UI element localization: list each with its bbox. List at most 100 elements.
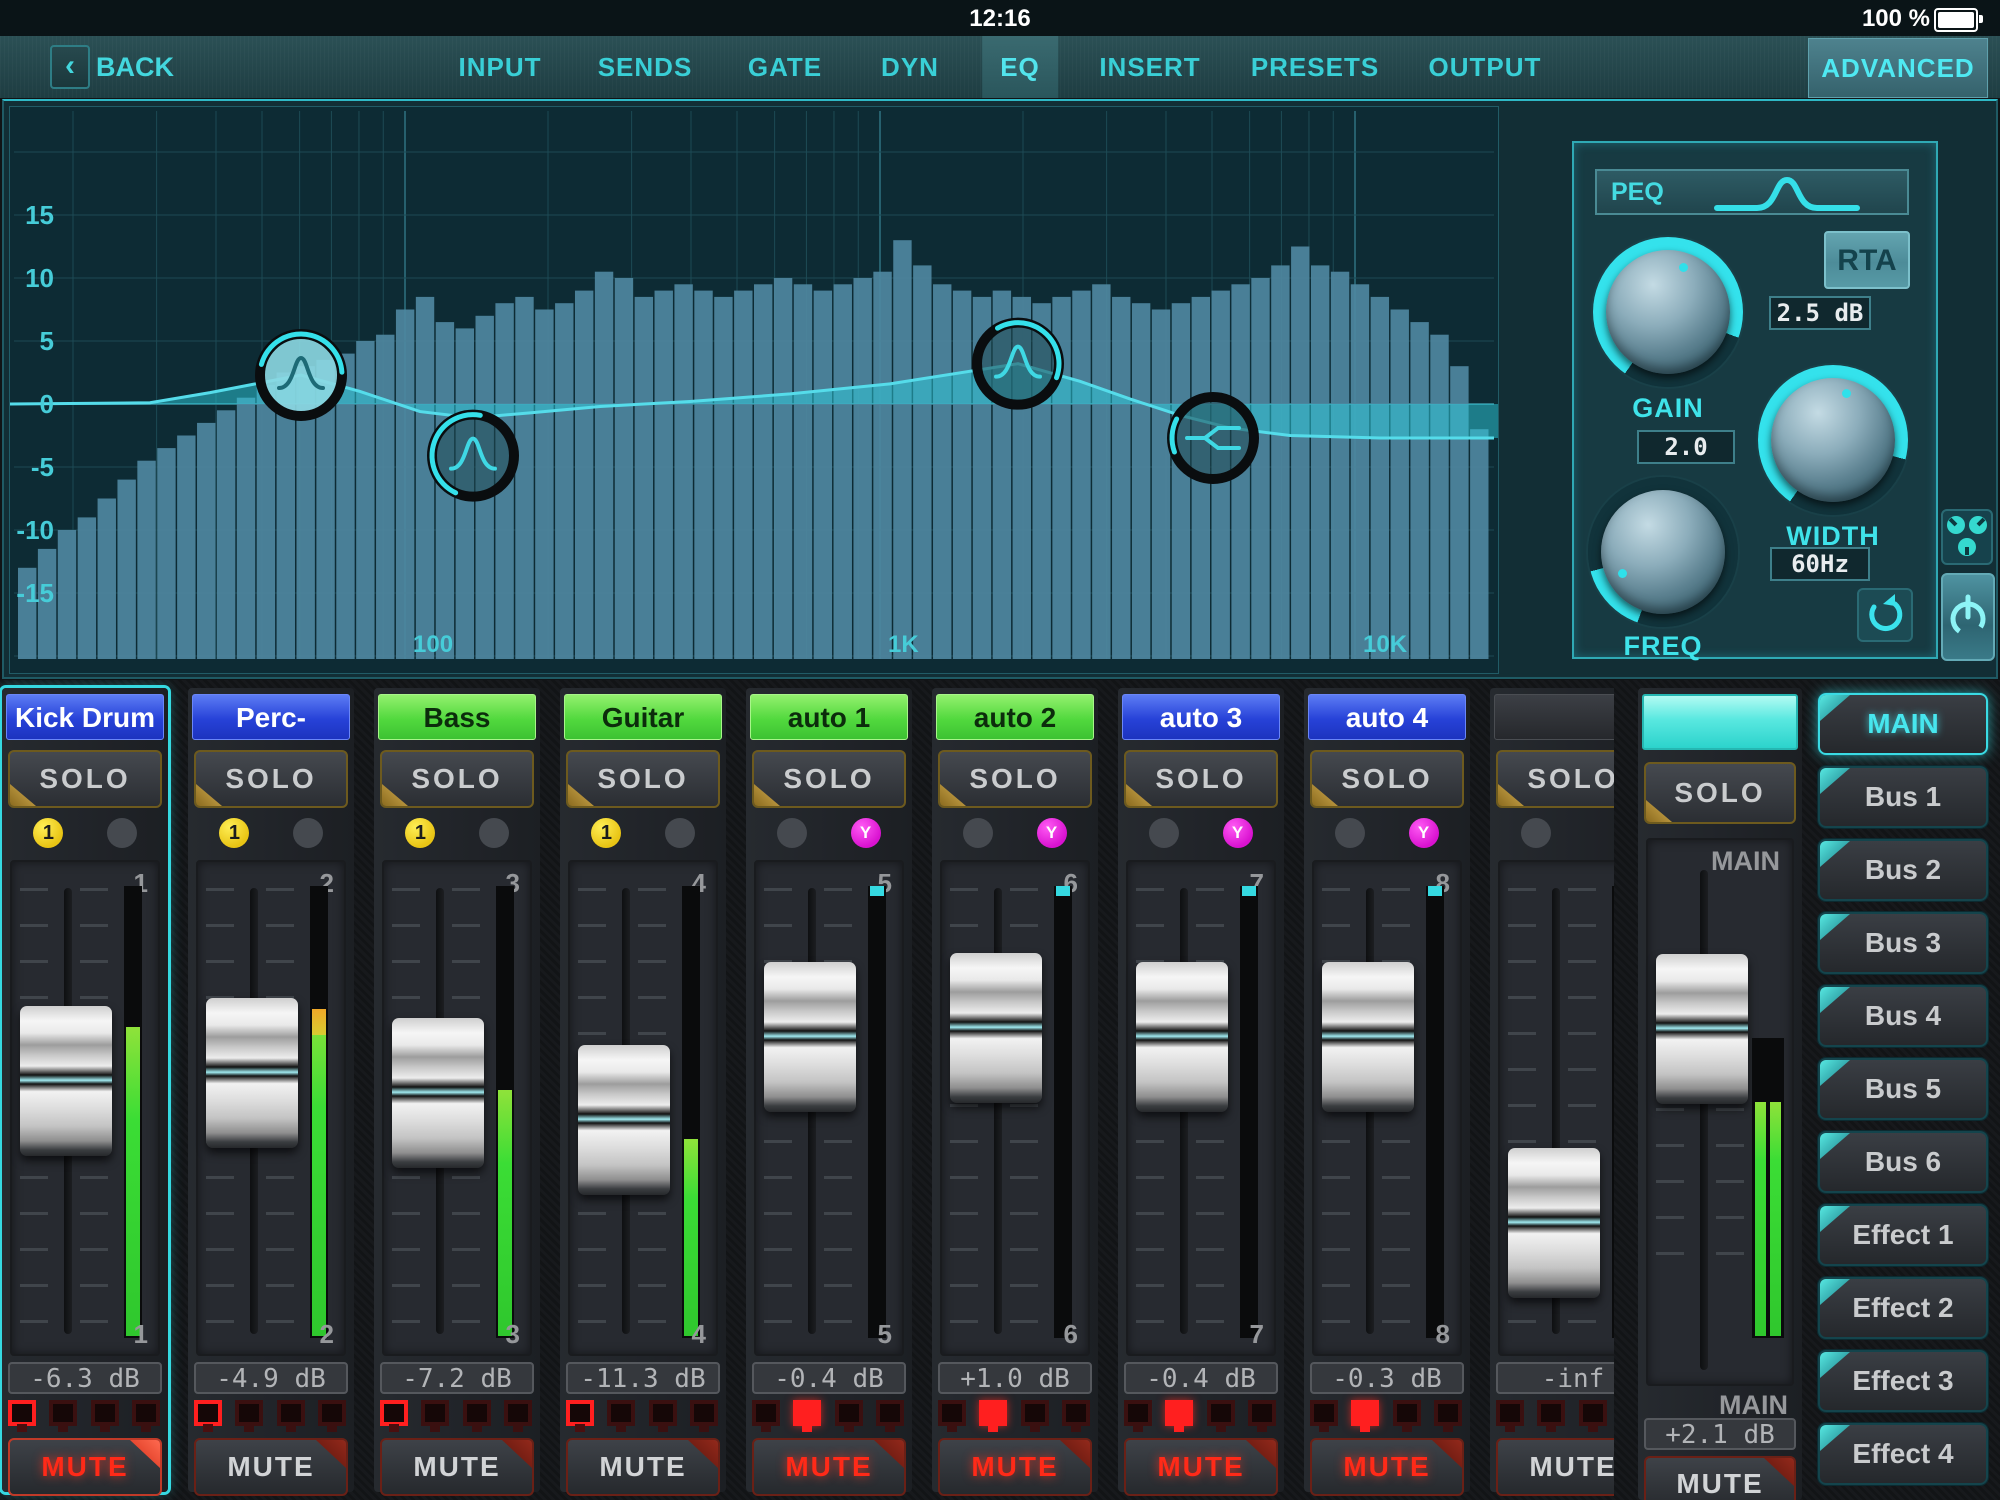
channel-name[interactable]: auto 2	[936, 694, 1094, 740]
routing-button[interactable]	[1941, 509, 1993, 565]
solo-button[interactable]: SOLO	[194, 750, 348, 808]
sidebar-bus-1[interactable]: Bus 1	[1818, 766, 1988, 828]
send-indicator-1[interactable]	[7, 1400, 36, 1426]
advanced-button[interactable]: ADVANCED	[1808, 38, 1988, 98]
tab-insert[interactable]: INSERT	[1081, 36, 1218, 98]
send-indicator-3[interactable]	[90, 1400, 119, 1426]
solo-button[interactable]: SOLO	[566, 750, 720, 808]
send-indicator-4[interactable]	[690, 1400, 719, 1426]
fader-handle[interactable]	[950, 953, 1042, 1104]
send-indicator-2[interactable]	[49, 1400, 78, 1426]
send-indicator-1[interactable]	[1123, 1400, 1152, 1426]
tab-output[interactable]: OUTPUT	[1411, 36, 1560, 98]
send-indicator-2[interactable]	[607, 1400, 636, 1426]
fader-value[interactable]: -11.3 dB	[566, 1362, 720, 1394]
mute-button[interactable]: MUTE	[1124, 1438, 1278, 1496]
send-indicator-3[interactable]	[1578, 1400, 1607, 1426]
channel-name[interactable]	[1494, 694, 1614, 740]
main-mute-button[interactable]: MUTE	[1644, 1456, 1796, 1500]
rta-button[interactable]: RTA	[1824, 231, 1910, 289]
fader-handle[interactable]	[1322, 962, 1414, 1112]
tab-sends[interactable]: SENDS	[580, 36, 711, 98]
send-indicator-4[interactable]	[1062, 1400, 1091, 1426]
main-fader-handle[interactable]	[1656, 954, 1748, 1104]
reset-band-button[interactable]	[1857, 588, 1913, 642]
channel-name[interactable]: Bass	[378, 694, 536, 740]
solo-button[interactable]: SOLO	[938, 750, 1092, 808]
send-indicator-1[interactable]	[565, 1400, 594, 1426]
back-button[interactable]: ‹ BACK	[50, 45, 174, 89]
sidebar-effect-4[interactable]: Effect 4	[1818, 1423, 1988, 1485]
fader-handle[interactable]	[764, 962, 856, 1112]
send-indicator-2[interactable]	[421, 1400, 450, 1426]
send-indicator-4[interactable]	[132, 1400, 161, 1426]
gain-knob[interactable]	[1593, 237, 1743, 387]
mute-button[interactable]: MUTE	[380, 1438, 534, 1496]
sidebar-main[interactable]: MAIN	[1818, 693, 1988, 755]
solo-button[interactable]: SOLO	[1496, 750, 1614, 808]
send-indicator-2[interactable]	[1165, 1400, 1194, 1426]
send-indicator-4[interactable]	[318, 1400, 347, 1426]
solo-button[interactable]: SOLO	[380, 750, 534, 808]
filter-type-select[interactable]: PEQ	[1595, 169, 1909, 215]
main-solo-button[interactable]: SOLO	[1644, 762, 1796, 824]
mute-button[interactable]: MUTE	[194, 1438, 348, 1496]
fader-handle[interactable]	[1508, 1148, 1600, 1299]
tab-presets[interactable]: PRESETS	[1233, 36, 1397, 98]
fader-handle[interactable]	[20, 1006, 112, 1157]
send-indicator-4[interactable]	[504, 1400, 533, 1426]
mute-button[interactable]: MUTE	[752, 1438, 906, 1496]
sidebar-effect-2[interactable]: Effect 2	[1818, 1277, 1988, 1339]
mute-button[interactable]: MUTE	[1310, 1438, 1464, 1496]
channel-name[interactable]: Guitar	[564, 694, 722, 740]
send-indicator-3[interactable]	[834, 1400, 863, 1426]
mute-button[interactable]: MUTE	[938, 1438, 1092, 1496]
send-indicator-2[interactable]	[1537, 1400, 1566, 1426]
fader-value[interactable]: -0.4 dB	[752, 1362, 906, 1394]
channel-name[interactable]: Perc- ussion	[192, 694, 350, 779]
eq-graph[interactable]: 15 10 5 0 -5 -10 -15 100 1K 10K	[9, 106, 1499, 674]
tab-gate[interactable]: GATE	[730, 36, 840, 98]
sidebar-bus-6[interactable]: Bus 6	[1818, 1131, 1988, 1193]
fader-value[interactable]: -0.3 dB	[1310, 1362, 1464, 1394]
width-value[interactable]: 2.0	[1637, 430, 1735, 464]
fader-value[interactable]: +1.0 dB	[938, 1362, 1092, 1394]
send-indicator-1[interactable]	[193, 1400, 222, 1426]
main-fader-value[interactable]: +2.1 dB	[1644, 1418, 1796, 1450]
power-button[interactable]	[1941, 573, 1995, 661]
sidebar-effect-3[interactable]: Effect 3	[1818, 1350, 1988, 1412]
fader-handle[interactable]	[392, 1018, 484, 1169]
send-indicator-4[interactable]	[1434, 1400, 1463, 1426]
send-indicator-3[interactable]	[462, 1400, 491, 1426]
send-indicator-1[interactable]	[379, 1400, 408, 1426]
freq-value[interactable]: 60Hz	[1770, 547, 1870, 581]
channel-name[interactable]: auto 4	[1308, 694, 1466, 740]
fader-handle[interactable]	[578, 1044, 670, 1195]
send-indicator-1[interactable]	[937, 1400, 966, 1426]
tab-dyn[interactable]: DYN	[863, 36, 957, 98]
send-indicator-3[interactable]	[1020, 1400, 1049, 1426]
sidebar-bus-3[interactable]: Bus 3	[1818, 912, 1988, 974]
send-indicator-3[interactable]	[648, 1400, 677, 1426]
send-indicator-4[interactable]	[1248, 1400, 1277, 1426]
send-indicator-3[interactable]	[1206, 1400, 1235, 1426]
main-fader-track[interactable]	[1700, 870, 1708, 1370]
tab-input[interactable]: INPUT	[441, 36, 560, 98]
sidebar-effect-1[interactable]: Effect 1	[1818, 1204, 1988, 1266]
solo-button[interactable]: SOLO	[1310, 750, 1464, 808]
solo-button[interactable]: SOLO	[752, 750, 906, 808]
send-indicator-4[interactable]	[876, 1400, 905, 1426]
fader-value[interactable]: -6.3 dB	[8, 1362, 162, 1394]
sidebar-bus-4[interactable]: Bus 4	[1818, 985, 1988, 1047]
send-indicator-1[interactable]	[751, 1400, 780, 1426]
fader-value[interactable]: -inf	[1496, 1362, 1614, 1394]
mute-button[interactable]: MUTE	[566, 1438, 720, 1496]
send-indicator-3[interactable]	[276, 1400, 305, 1426]
gain-value[interactable]: 2.5 dB	[1769, 296, 1871, 330]
main-strip-label[interactable]	[1642, 694, 1798, 750]
send-indicator-2[interactable]	[793, 1400, 822, 1426]
channel-name[interactable]: Kick Drum	[6, 694, 164, 740]
send-indicator-1[interactable]	[1309, 1400, 1338, 1426]
sidebar-bus-5[interactable]: Bus 5	[1818, 1058, 1988, 1120]
send-indicator-2[interactable]	[235, 1400, 264, 1426]
